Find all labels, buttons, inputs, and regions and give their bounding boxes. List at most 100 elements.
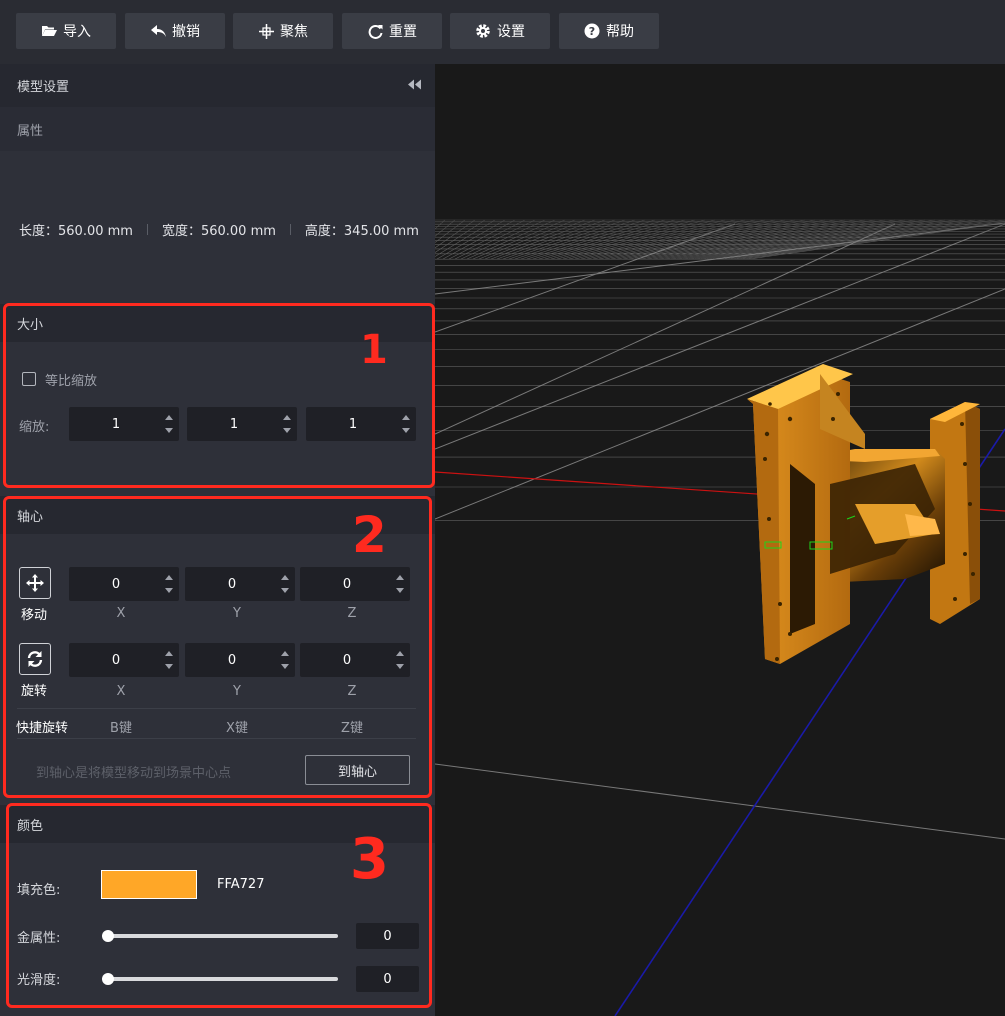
- rotate-z-value: 0: [342, 652, 352, 668]
- rotate-y-value: 0: [227, 652, 237, 668]
- size-heading-label: 大小: [17, 317, 44, 333]
- dimensions-row: 长度：560.00 mm 宽度：560.00 mm 高度：345.00 mm: [19, 220, 419, 239]
- smoothness-value: 0: [383, 971, 392, 987]
- pivot-heading-label: 轴心: [17, 509, 44, 525]
- axis-label-z: Z: [347, 606, 357, 621]
- fill-color-label: 填充色:: [17, 883, 61, 898]
- model-mesh[interactable]: [747, 364, 980, 664]
- move-label: 移动: [21, 608, 48, 623]
- fill-color-hex: FFA727: [217, 877, 265, 892]
- scale-y-input[interactable]: 1: [187, 407, 297, 441]
- quick-rotate-b-key[interactable]: B键: [66, 717, 176, 736]
- divider: [17, 738, 416, 739]
- metalness-slider[interactable]: [106, 934, 338, 938]
- scale-z-value: 1: [348, 416, 358, 432]
- smoothness-input[interactable]: 0: [356, 966, 419, 992]
- pivot-heading: 轴心: [0, 496, 435, 534]
- crosshair-icon: [258, 23, 274, 39]
- rotate-z-input[interactable]: 0: [300, 643, 410, 677]
- rotate-y-input[interactable]: 0: [185, 643, 295, 677]
- help-icon: ?: [584, 23, 600, 39]
- metalness-value: 0: [383, 928, 392, 944]
- stepper-arrows-icon[interactable]: [395, 651, 404, 669]
- scale-z-input[interactable]: 1: [306, 407, 416, 441]
- move-arrows-icon: [26, 574, 44, 592]
- stepper-arrows-icon[interactable]: [282, 415, 291, 433]
- move-y-value: 0: [227, 576, 237, 592]
- move-x-input[interactable]: 0: [69, 567, 179, 601]
- color-heading: 颜色: [0, 805, 435, 843]
- divider: [289, 224, 291, 235]
- undo-button[interactable]: 撤销: [125, 13, 225, 49]
- axis-label-y: Y: [233, 606, 241, 621]
- smoothness-slider-handle[interactable]: [102, 973, 114, 985]
- rotate-x-value: 0: [111, 652, 121, 668]
- model-settings-panel: 模型设置 属性 长度：560.00 mm 宽度：560.00 mm 高度：345…: [0, 64, 435, 1016]
- reset-button-label: 重置: [389, 24, 417, 40]
- refresh-icon: [367, 23, 383, 39]
- scene-canvas[interactable]: [435, 64, 1005, 1016]
- pivot-hint: 到轴心是将模型移动到场景中心点: [36, 766, 232, 781]
- smoothness-slider[interactable]: [106, 977, 338, 981]
- scale-label: 缩放:: [19, 420, 50, 435]
- focus-button[interactable]: 聚焦: [233, 13, 333, 49]
- axis-label-x: X: [116, 606, 126, 621]
- rotate-x-input[interactable]: 0: [69, 643, 179, 677]
- color-heading-label: 颜色: [17, 818, 44, 834]
- length-value: 长度：560.00 mm: [19, 224, 133, 239]
- stepper-arrows-icon[interactable]: [401, 415, 410, 433]
- undo-icon: [150, 23, 166, 39]
- undo-button-label: 撤销: [172, 24, 200, 40]
- stepper-arrows-icon[interactable]: [280, 651, 289, 669]
- 3d-viewport[interactable]: [435, 64, 1005, 1016]
- quick-rotate-label: 快捷旋转: [16, 721, 69, 736]
- scale-x-input[interactable]: 1: [69, 407, 179, 441]
- rotate-label: 旋转: [21, 684, 48, 699]
- axis-label-x: X: [116, 684, 126, 699]
- quick-rotate-x-key[interactable]: X键: [182, 717, 292, 736]
- rotate-button[interactable]: [19, 643, 51, 675]
- move-button[interactable]: [19, 567, 51, 599]
- stepper-arrows-icon[interactable]: [164, 415, 173, 433]
- toolbar: 导入 撤销 聚焦 重置 设置 ? 帮助: [0, 0, 1005, 64]
- move-y-input[interactable]: 0: [185, 567, 295, 601]
- help-button[interactable]: ? 帮助: [559, 13, 659, 49]
- panel-title: 模型设置: [17, 80, 70, 95]
- svg-text:?: ?: [589, 25, 595, 38]
- rotate-icon: [27, 651, 43, 667]
- import-button-label: 导入: [63, 24, 91, 40]
- focus-button-label: 聚焦: [280, 24, 308, 40]
- settings-button[interactable]: 设置: [450, 13, 550, 49]
- import-button[interactable]: 导入: [16, 13, 116, 49]
- to-pivot-button-label: 到轴心: [337, 764, 377, 780]
- stepper-arrows-icon[interactable]: [395, 575, 404, 593]
- smoothness-label: 光滑度:: [17, 973, 61, 988]
- move-z-input[interactable]: 0: [300, 567, 410, 601]
- size-heading: 大小: [0, 304, 435, 342]
- stepper-arrows-icon[interactable]: [164, 651, 173, 669]
- divider: [17, 708, 416, 709]
- properties-heading-label: 属性: [17, 123, 44, 139]
- proportional-scale-label: 等比缩放: [45, 374, 98, 389]
- proportional-scale-checkbox[interactable]: [22, 372, 36, 386]
- reset-button[interactable]: 重置: [342, 13, 442, 49]
- move-z-value: 0: [342, 576, 352, 592]
- height-value: 高度：345.00 mm: [304, 224, 419, 239]
- gear-icon: [475, 23, 491, 39]
- metalness-slider-handle[interactable]: [102, 930, 114, 942]
- metalness-input[interactable]: 0: [356, 923, 419, 949]
- properties-heading: 属性: [0, 107, 435, 151]
- stepper-arrows-icon[interactable]: [164, 575, 173, 593]
- to-pivot-button[interactable]: 到轴心: [305, 755, 410, 785]
- scale-y-value: 1: [229, 416, 239, 432]
- move-x-value: 0: [111, 576, 121, 592]
- width-value: 宽度：560.00 mm: [161, 224, 276, 239]
- divider: [146, 224, 148, 235]
- stepper-arrows-icon[interactable]: [280, 575, 289, 593]
- double-chevron-left-icon[interactable]: [407, 79, 421, 92]
- scale-x-value: 1: [111, 416, 121, 432]
- metalness-label: 金属性:: [17, 931, 61, 946]
- panel-header: 模型设置: [0, 64, 435, 107]
- quick-rotate-z-key[interactable]: Z键: [297, 717, 407, 736]
- fill-color-swatch[interactable]: [101, 870, 197, 899]
